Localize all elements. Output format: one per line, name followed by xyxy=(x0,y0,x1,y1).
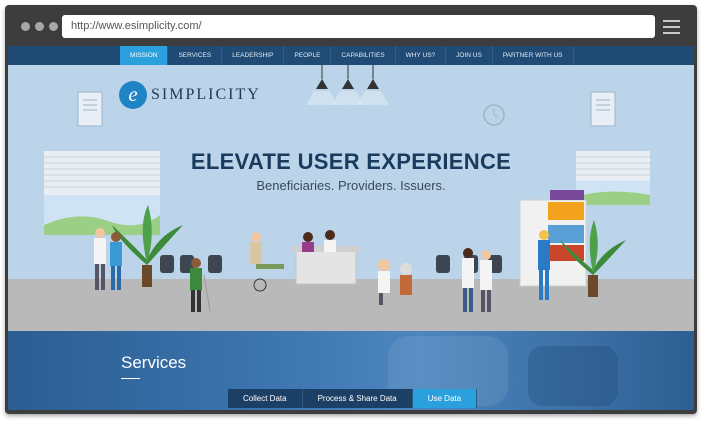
person-shape xyxy=(324,230,336,252)
address-bar[interactable]: http://www.esimplicity.com/ xyxy=(62,15,655,38)
tab-use-data[interactable]: Use Data xyxy=(412,389,478,408)
page-viewport: MISSION SERVICES LEADERSHIP PEOPLE CAPAB… xyxy=(8,46,694,410)
browser-window: http://www.esimplicity.com/ MISSION SERV… xyxy=(5,5,697,414)
window-dot-icon[interactable] xyxy=(49,22,58,31)
nav-item-join-us[interactable]: JOIN US xyxy=(446,46,493,65)
nav-item-partner-with-us[interactable]: PARTNER WITH US xyxy=(493,46,574,65)
main-nav: MISSION SERVICES LEADERSHIP PEOPLE CAPAB… xyxy=(8,46,694,65)
window-dot-icon[interactable] xyxy=(21,22,30,31)
services-tabs: Collect Data Process & Share Data Use Da… xyxy=(228,389,478,408)
hero-headline: ELEVATE USER EXPERIENCE xyxy=(190,149,512,174)
nav-item-people[interactable]: PEOPLE xyxy=(284,46,332,65)
window-controls xyxy=(21,22,58,31)
company-logo[interactable]: e SIMPLICITY xyxy=(119,81,261,109)
hero-banner: e SIMPLICITY ELEVATE USER EXPERIENCE Ben… xyxy=(8,65,694,349)
heading-underline xyxy=(121,378,140,379)
lamp-icon xyxy=(306,65,338,105)
hero-subheadline: Beneficiaries. Providers. Issuers. xyxy=(256,178,446,193)
nav-item-mission[interactable]: MISSION xyxy=(120,46,169,65)
menu-icon[interactable] xyxy=(663,20,680,38)
certificate-icon xyxy=(590,91,616,127)
nav-item-why-us[interactable]: WHY US? xyxy=(396,46,447,65)
services-heading: Services xyxy=(121,353,187,372)
logo-wordmark: SIMPLICITY xyxy=(151,86,261,103)
nav-item-capabilities[interactable]: CAPABILITIES xyxy=(331,46,396,65)
lamp-icon xyxy=(332,65,364,105)
window-dot-icon[interactable] xyxy=(35,22,44,31)
services-section: Services Collect Data Process & Share Da… xyxy=(8,331,694,410)
bookshelf-shape xyxy=(519,190,587,287)
person-shape xyxy=(302,232,314,252)
tab-process-share-data[interactable]: Process & Share Data xyxy=(302,389,413,408)
logo-mark: e xyxy=(119,81,147,109)
lamp-icon xyxy=(357,65,389,105)
nav-item-leadership[interactable]: LEADERSHIP xyxy=(222,46,285,65)
hero-illustration xyxy=(8,65,694,331)
tab-collect-data[interactable]: Collect Data xyxy=(228,389,303,408)
certificate-icon xyxy=(77,91,103,127)
nav-item-services[interactable]: SERVICES xyxy=(168,46,223,65)
